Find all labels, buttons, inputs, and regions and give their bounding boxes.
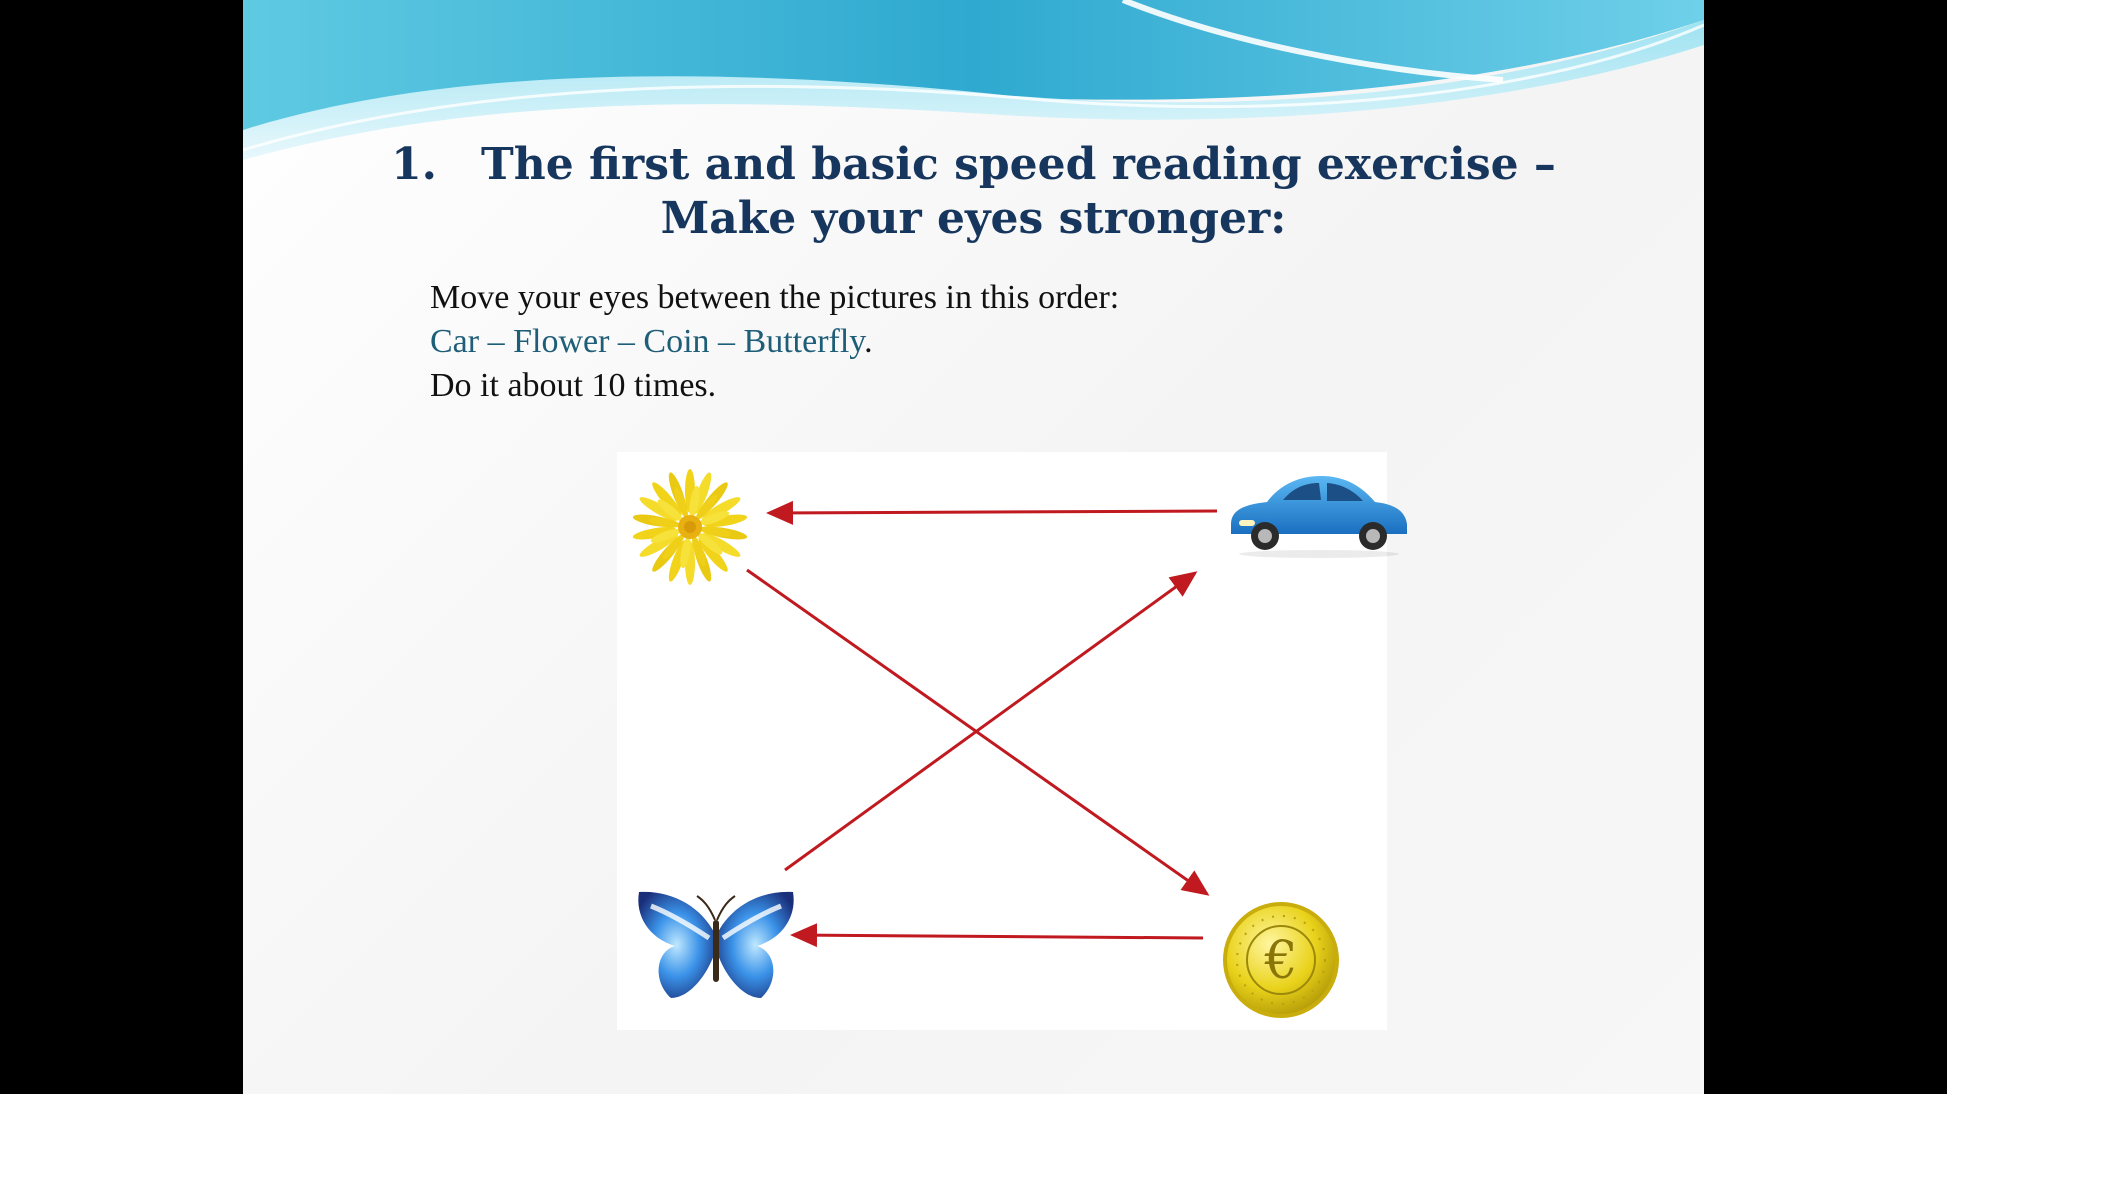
coin-icon: € (1223, 902, 1339, 1018)
order-sep-1: – (479, 323, 514, 360)
slide: 1. The first and basic speed reading exer… (243, 0, 1704, 1094)
instruction-line: Move your eyes between the pictures in t… (430, 279, 1120, 316)
car-icon (1231, 476, 1407, 558)
arrow-butterfly-to-car (784, 571, 1198, 872)
title-line-1: The first and basic speed reading exerci… (481, 139, 1556, 190)
order-end: . (864, 323, 873, 360)
order-butterfly: Butterfly (743, 323, 865, 360)
flower-icon (632, 469, 748, 585)
order-sep-2: – (609, 323, 644, 360)
repeat-line: Do it about 10 times. (430, 367, 717, 404)
butterfly-icon (638, 891, 794, 998)
coin-euro-symbol: € (1263, 931, 1297, 991)
order-flower: Flower (513, 323, 610, 360)
order-coin: Coin (643, 323, 710, 360)
arrow-car-to-flower (766, 500, 1218, 525)
arrow-coin-to-butterfly (790, 923, 1204, 948)
order-car: Car (430, 323, 480, 360)
title-number: 1. (391, 139, 437, 190)
order-line: Car – Flower – Coin – Butterfly. (430, 320, 1119, 364)
title-line-2: Make your eyes stronger: (660, 193, 1287, 244)
instructions: Move your eyes between the pictures in t… (430, 276, 1119, 408)
order-sep-3: – (709, 323, 744, 360)
eye-exercise-diagram: € (617, 452, 1407, 1030)
slide-title: 1. The first and basic speed reading exer… (243, 138, 1704, 246)
